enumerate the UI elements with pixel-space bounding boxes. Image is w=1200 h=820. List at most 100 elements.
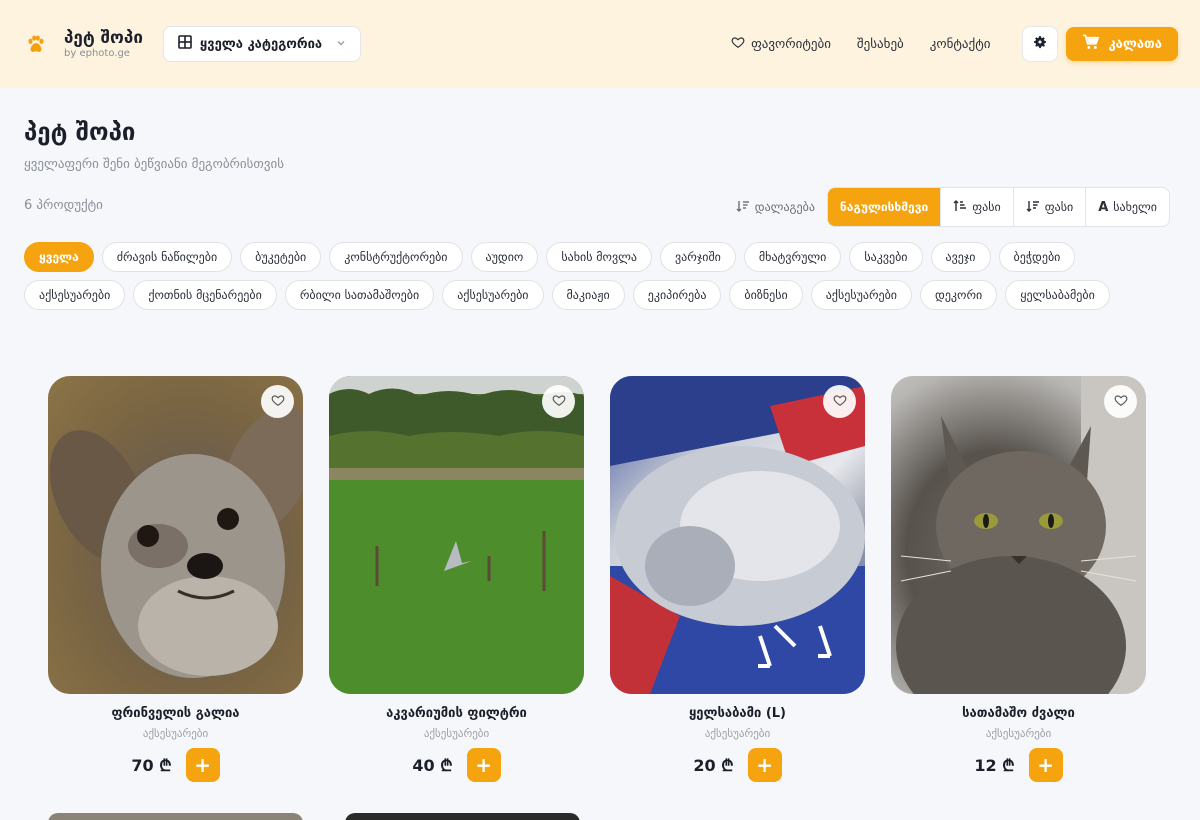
nav-contact[interactable]: კონტაქტი xyxy=(930,37,991,52)
theme-toggle-button[interactable] xyxy=(1022,26,1059,62)
page-title: პეტ შოპი xyxy=(24,118,136,146)
heart-icon xyxy=(552,392,566,411)
product-card[interactable]: აკვარიუმის ფილტრი აქსესუარები 40 ₾ + xyxy=(329,376,584,782)
heart-icon xyxy=(833,392,847,411)
nav-about-label: შესახებ xyxy=(856,36,904,52)
heart-icon xyxy=(1114,392,1128,411)
chip[interactable]: ბიზნესი xyxy=(729,280,803,310)
chip-all[interactable]: ყველა xyxy=(24,242,94,272)
product-card[interactable]: ფრინველის გალია აქსესუარები 70 ₾ + xyxy=(48,376,303,782)
product-price: 70 ₾ xyxy=(131,756,172,775)
text-a-icon: A xyxy=(1098,199,1109,215)
product-card[interactable]: ყელსაბამი (L) აქსესუარები 20 ₾ + xyxy=(610,376,865,782)
sort-name[interactable]: A სახელი xyxy=(1085,188,1169,226)
chip[interactable]: დეკორი xyxy=(920,280,998,310)
sort-price-desc[interactable]: ფასი xyxy=(1012,188,1085,226)
product-name[interactable]: ყელსაბამი (L) xyxy=(689,706,786,721)
chip[interactable]: სახის მოვლა xyxy=(546,242,653,272)
chip[interactable]: ყელსაბამები xyxy=(1005,280,1110,310)
chip[interactable]: ბეჭდები xyxy=(998,242,1076,272)
chip[interactable]: ბუკეტები xyxy=(240,242,322,272)
product-count: 6 პროდუქტი xyxy=(24,198,103,213)
product-category: აქსესუარები xyxy=(704,727,771,740)
product-image[interactable] xyxy=(48,376,303,694)
plus-icon: + xyxy=(1037,753,1054,777)
chip[interactable]: ქოთნის მცენარეები xyxy=(133,280,277,310)
brand-subtitle: by ephoto.ge xyxy=(64,48,130,59)
chip[interactable]: აქსესუარები xyxy=(810,280,913,310)
sort-label-text: დალაგება xyxy=(754,200,815,214)
chip[interactable]: ავეჯი xyxy=(930,242,991,272)
heart-icon xyxy=(271,392,285,411)
nav-about[interactable]: შესახებ xyxy=(857,37,904,52)
chip[interactable]: აუდიო xyxy=(470,242,539,272)
chip[interactable]: საკვები xyxy=(849,242,923,272)
product-price: 40 ₾ xyxy=(412,756,453,775)
chip[interactable]: კონსტრუქტორები xyxy=(329,242,463,272)
category-select-value: ყველა კატეგორია xyxy=(199,36,323,52)
product-price: 20 ₾ xyxy=(693,756,734,775)
favorite-button[interactable] xyxy=(261,385,294,418)
plus-icon: + xyxy=(194,753,211,777)
product-name[interactable]: ფრინველის გალია xyxy=(111,706,239,721)
add-to-cart-button[interactable]: + xyxy=(747,748,782,782)
product-image-partial[interactable] xyxy=(48,813,303,820)
product-image-partial[interactable] xyxy=(345,813,580,820)
heart-icon xyxy=(731,35,745,53)
product-name[interactable]: აკვარიუმის ფილტრი xyxy=(386,706,527,721)
product-image[interactable] xyxy=(891,376,1146,694)
grid-icon xyxy=(178,35,192,53)
favorite-button[interactable] xyxy=(542,385,575,418)
chip[interactable]: ძრავის ნაწილები xyxy=(101,242,233,272)
price-row: 12 ₾ + xyxy=(974,748,1063,782)
chip[interactable]: აქსესუარები xyxy=(24,280,126,310)
product-category: აქსესუარები xyxy=(985,727,1052,740)
product-grid: ფრინველის გალია აქსესუარები 70 ₾ + აკვარ… xyxy=(48,376,1146,782)
add-to-cart-button[interactable]: + xyxy=(1028,748,1063,782)
page-subtitle: ყველაფერი შენი ბეწვიანი მეგობრისთვის xyxy=(24,157,285,172)
add-to-cart-button[interactable]: + xyxy=(466,748,501,782)
category-chips: ყველა ძრავის ნაწილები ბუკეტები კონსტრუქტ… xyxy=(24,242,1154,310)
chip[interactable]: მხატვრული xyxy=(743,242,842,272)
product-name[interactable]: სათამაშო ძვალი xyxy=(962,706,1075,721)
product-category: აქსესუარები xyxy=(142,727,209,740)
plus-icon: + xyxy=(756,753,773,777)
price-row: 40 ₾ + xyxy=(412,748,501,782)
sort-default[interactable]: ნაგულისხმევი xyxy=(827,188,941,226)
dog-photo xyxy=(49,407,303,678)
cart-label: კალათა xyxy=(1108,36,1162,52)
sort-label: დალაგება xyxy=(736,200,815,215)
chip[interactable]: ეკიპირება xyxy=(632,280,722,310)
product-image[interactable] xyxy=(329,376,584,694)
brand[interactable]: პეტ შოპი by ephoto.ge xyxy=(64,28,143,60)
sort-price-desc-label: ფასი xyxy=(1044,200,1074,214)
gear-icon xyxy=(1032,34,1048,54)
add-to-cart-button[interactable]: + xyxy=(185,748,220,782)
chevron-down-icon xyxy=(336,38,346,51)
cat-photo xyxy=(896,376,1146,694)
sort-default-label: ნაგულისხმევი xyxy=(839,200,929,214)
product-price: 12 ₾ xyxy=(974,756,1015,775)
favorite-button[interactable] xyxy=(823,385,856,418)
chip[interactable]: მაკიაჟი xyxy=(551,280,625,310)
plus-icon: + xyxy=(475,753,492,777)
category-select[interactable]: ყველა კატეგორია xyxy=(162,26,362,62)
chip[interactable]: აქსესუარები xyxy=(442,280,544,310)
favorite-button[interactable] xyxy=(1104,385,1137,418)
chip[interactable]: რბილი სათამაშოები xyxy=(284,280,435,310)
chip[interactable]: ვარჯიში xyxy=(660,242,736,272)
sort-name-label: სახელი xyxy=(1113,200,1157,214)
sort-price-asc[interactable]: ფასი xyxy=(940,188,1012,226)
product-category: აქსესუარები xyxy=(423,727,490,740)
cart-button[interactable]: კალათა xyxy=(1066,27,1178,61)
sort-desc-icon xyxy=(1026,200,1040,215)
product-card[interactable]: სათამაშო ძვალი აქსესუარები 12 ₾ + xyxy=(891,376,1146,782)
product-image[interactable] xyxy=(610,376,865,694)
cart-icon xyxy=(1082,34,1100,54)
nav-favorites-label: ფავორიტები xyxy=(751,36,831,52)
paw-icon xyxy=(24,32,48,56)
brand-title: პეტ შოპი xyxy=(64,28,143,48)
nav-favorites[interactable]: ფავორიტები xyxy=(731,35,831,53)
sort-options: ნაგულისხმევი ფასი ფასი A სახელი xyxy=(826,187,1170,227)
main-nav: ფავორიტები შესახებ კონტაქტი xyxy=(731,35,990,53)
